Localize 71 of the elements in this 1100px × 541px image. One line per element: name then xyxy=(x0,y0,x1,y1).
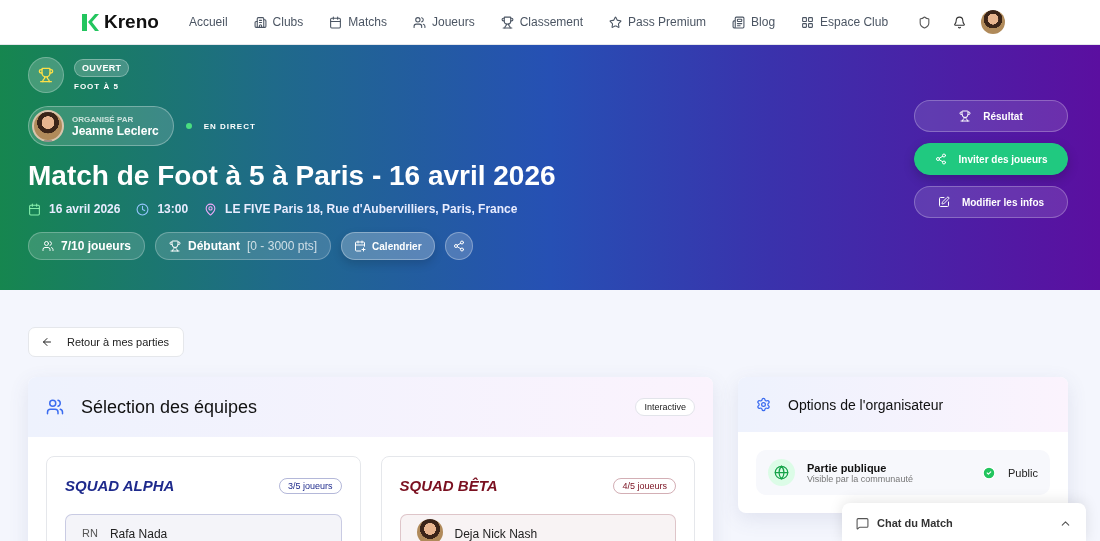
panel-title: Options de l'organisateur xyxy=(788,396,944,413)
player-initials: RN xyxy=(82,527,98,539)
action-button[interactable]: Modifier les infos xyxy=(914,186,1068,218)
option-title: Partie publique xyxy=(807,461,887,474)
star-icon xyxy=(609,15,623,29)
team-name: SQUAD BÊTA xyxy=(399,477,498,494)
trophy-badge xyxy=(28,57,64,93)
player-row[interactable]: Deja Nick Nash xyxy=(399,514,676,541)
settings-icon xyxy=(756,397,771,412)
chat-title: Chat du Match xyxy=(877,517,953,529)
chat-bar[interactable]: Chat du Match xyxy=(842,503,1086,541)
nav-link[interactable]: Classement xyxy=(500,15,584,29)
action-button[interactable]: Résultat xyxy=(914,100,1068,132)
panel-title: Sélection des équipes xyxy=(81,396,258,418)
calendar-button[interactable]: Calendrier xyxy=(341,232,435,260)
users-icon xyxy=(42,240,54,252)
back-button[interactable]: Retour à mes parties xyxy=(28,327,185,357)
user-avatar[interactable] xyxy=(981,10,1006,34)
format-label: FOOT À 5 xyxy=(74,82,119,91)
calendar-icon xyxy=(28,202,41,216)
logo-icon xyxy=(82,13,99,31)
shield-icon[interactable] xyxy=(918,15,932,29)
logo-text: Kreno xyxy=(104,11,159,33)
status-badge: OUVERT xyxy=(74,59,130,77)
calendar-icon xyxy=(329,15,343,29)
level-label: Débutant xyxy=(188,239,241,253)
share-button[interactable] xyxy=(444,232,473,260)
nav-link[interactable]: Pass Premium xyxy=(609,15,707,29)
match-location: LE FIVE Paris 18, Rue d'Aubervilliers, Paris, France xyxy=(225,202,518,216)
match-time: 13:00 xyxy=(157,202,189,216)
team-name: SQUAD ALPHA xyxy=(65,477,175,494)
chat-icon xyxy=(856,516,869,530)
level-range: [0 - 3000 pts] xyxy=(247,239,318,253)
share-icon xyxy=(452,240,465,252)
nav-link[interactable]: Matchs xyxy=(329,15,387,29)
globe-drawing xyxy=(774,465,789,480)
organizer-name: Jeanne Leclerc xyxy=(72,123,159,138)
live-dot xyxy=(185,123,192,129)
users-icon xyxy=(46,398,64,416)
player-row[interactable]: RN Rafa Nada xyxy=(65,514,342,541)
nav-link[interactable]: Espace Club xyxy=(801,15,889,29)
match-date: 16 avril 2026 xyxy=(49,202,121,216)
player-name: Rafa Nada xyxy=(109,527,168,541)
trophy-icon xyxy=(500,15,514,29)
live-label: EN DIRECT xyxy=(203,121,256,131)
newspaper-icon xyxy=(732,15,746,29)
nav-link[interactable]: Clubs xyxy=(253,15,304,29)
clock-icon xyxy=(136,202,150,216)
nav-link[interactable]: Joueurs xyxy=(412,15,475,29)
option-subtitle: Visible par la communauté xyxy=(807,473,914,484)
trophy-icon xyxy=(959,110,972,122)
match-title: Match de Foot à 5 à Paris - 16 avril 2026 xyxy=(28,160,556,192)
edit-icon xyxy=(937,196,950,208)
player-avatar xyxy=(416,519,443,541)
players-count: 7/10 joueurs xyxy=(61,239,132,253)
nav-link[interactable]: Blog xyxy=(732,15,776,29)
users-icon xyxy=(412,15,426,29)
calendar-icon xyxy=(354,240,367,252)
share-icon xyxy=(934,153,947,165)
arrow-left-icon xyxy=(41,336,53,348)
organizer-avatar xyxy=(32,110,64,142)
option-value: Public xyxy=(1008,466,1038,479)
nav-link[interactable]: Accueil xyxy=(188,15,228,29)
notification-icon[interactable] xyxy=(953,15,967,29)
grid-icon xyxy=(801,15,815,29)
building-icon xyxy=(253,15,267,29)
organizer-label: ORGANISÉ PAR xyxy=(72,114,135,124)
trophy-icon xyxy=(169,240,182,252)
location-icon xyxy=(204,202,218,216)
player-name: Deja Nick Nash xyxy=(454,527,538,541)
interactive-badge: Interactive xyxy=(635,398,695,416)
